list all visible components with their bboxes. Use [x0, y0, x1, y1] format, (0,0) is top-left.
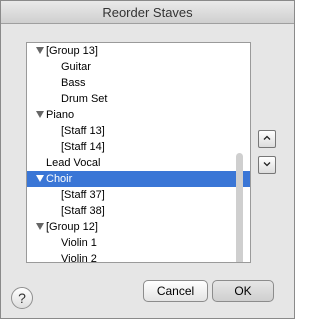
list-item[interactable]: [Staff 13] [27, 123, 250, 139]
list-item-label: Violin 1 [61, 237, 97, 249]
list-scrollbar[interactable] [236, 153, 243, 262]
list-item[interactable]: Piano [27, 107, 250, 123]
move-up-button[interactable] [258, 130, 276, 148]
list-item[interactable]: Drum Set [27, 91, 250, 107]
list-item-label: Guitar [61, 61, 91, 73]
list-item[interactable]: [Group 13] [27, 43, 250, 59]
list-item-label: Bass [61, 77, 86, 89]
disclosure-triangle-icon[interactable] [36, 47, 44, 54]
dialog-title: Reorder Staves [102, 5, 193, 20]
disclosure-triangle-icon[interactable] [36, 223, 44, 230]
list-item[interactable]: [Staff 37] [27, 187, 250, 203]
list-item[interactable]: Bass [27, 75, 250, 91]
list-item-label: [Group 13] [46, 45, 98, 57]
list-item-label: Lead Vocal [46, 157, 101, 169]
list-item[interactable]: Violin 2 [27, 251, 250, 263]
staves-list-rows: [Group 13] Guitar Bass Drum Set Piano [Staff … [27, 43, 250, 263]
move-down-button[interactable] [258, 156, 276, 174]
help-button[interactable]: ? [11, 287, 33, 309]
title-bar: Reorder Staves [1, 1, 294, 24]
list-item[interactable]: [Group 12] [27, 219, 250, 235]
list-item-label: [Group 12] [46, 221, 98, 233]
list-item[interactable]: [Staff 38] [27, 203, 250, 219]
list-item-label: Drum Set [61, 93, 108, 105]
list-item-label: Violin 2 [61, 253, 97, 263]
list-item-label: [Staff 38] [61, 205, 105, 217]
list-item[interactable]: Guitar [27, 59, 250, 75]
list-item-label: Piano [46, 109, 75, 121]
list-item[interactable]: Choir [27, 171, 250, 187]
list-item[interactable]: [Staff 14] [27, 139, 250, 155]
list-item-label: Choir [46, 173, 73, 185]
list-item[interactable]: Violin 1 [27, 235, 250, 251]
cancel-button[interactable]: Cancel [143, 280, 208, 302]
staves-list[interactable]: [Group 13] Guitar Bass Drum Set Piano [Staff … [26, 42, 251, 263]
disclosure-triangle-icon[interactable] [36, 175, 44, 182]
list-item-label: [Staff 13] [61, 125, 105, 137]
list-item-label: [Staff 37] [61, 189, 105, 201]
reorder-staves-dialog: Reorder Staves [Group 13] Guitar Bass Drum … [0, 0, 295, 319]
chevron-down-icon [263, 162, 271, 167]
chevron-up-icon [263, 135, 271, 140]
list-item[interactable]: Lead Vocal [27, 155, 250, 171]
disclosure-triangle-icon[interactable] [36, 111, 44, 118]
ok-button[interactable]: OK [212, 280, 274, 302]
list-item-label: [Staff 14] [61, 141, 105, 153]
